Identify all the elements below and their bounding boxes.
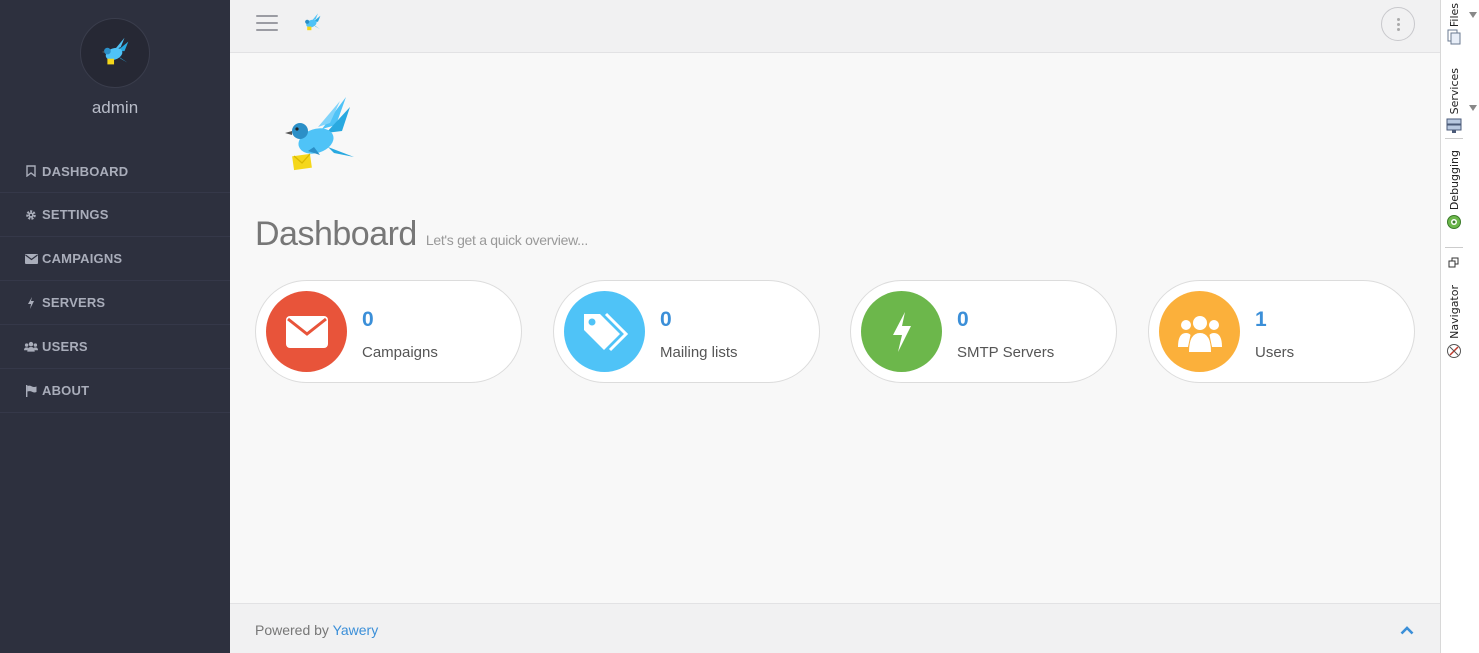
page-title: Dashboard bbox=[255, 215, 417, 253]
sidebar-item-label: CAMPAIGNS bbox=[42, 251, 123, 266]
more-options-icon[interactable] bbox=[1381, 7, 1415, 41]
sidebar-item-about[interactable]: ABOUT bbox=[0, 369, 230, 413]
bolt-icon bbox=[892, 311, 911, 352]
sidebar-item-settings[interactable]: SETTINGS bbox=[0, 193, 230, 237]
main-content: Dashboard Let's get a quick overview... … bbox=[230, 53, 1440, 603]
stat-icon-circle bbox=[564, 291, 645, 372]
ide-separator bbox=[1445, 247, 1463, 248]
stat-count: 0 bbox=[957, 308, 969, 331]
ide-tab-debugging[interactable]: Debugging bbox=[1444, 150, 1464, 230]
scroll-top-icon[interactable] bbox=[1400, 622, 1414, 640]
files-icon bbox=[1447, 29, 1461, 45]
bird-logo-icon[interactable] bbox=[300, 10, 324, 41]
stat-card-smtp-servers[interactable]: 0 SMTP Servers bbox=[850, 280, 1117, 383]
bolt-icon bbox=[24, 296, 38, 310]
restore-window-icon bbox=[1448, 257, 1459, 268]
stat-icon-circle bbox=[266, 291, 347, 372]
stat-card-mailing-lists[interactable]: 0 Mailing lists bbox=[553, 280, 820, 383]
stat-card-campaigns[interactable]: 0 Campaigns bbox=[255, 280, 522, 383]
stat-label: Users bbox=[1255, 344, 1295, 361]
tags-icon bbox=[583, 312, 628, 351]
ide-tab-files[interactable]: Files bbox=[1444, 3, 1464, 45]
users-icon bbox=[24, 340, 38, 354]
avatar[interactable] bbox=[80, 18, 150, 88]
bird-logo-icon bbox=[101, 37, 129, 65]
footer: Powered by Yawery bbox=[230, 603, 1440, 653]
ide-restore-button[interactable] bbox=[1444, 257, 1464, 269]
stat-count: 1 bbox=[1255, 308, 1267, 331]
powered-by: Powered by Yawery bbox=[255, 622, 378, 638]
envelope-icon bbox=[285, 315, 328, 348]
users-icon bbox=[1177, 315, 1222, 352]
ide-arrow-icon[interactable] bbox=[1469, 12, 1477, 18]
page-heading: Dashboard Let's get a quick overview... bbox=[255, 215, 588, 254]
ide-separator bbox=[1445, 138, 1463, 139]
debugging-icon bbox=[1447, 215, 1461, 230]
gear-icon bbox=[24, 208, 38, 222]
sidebar-nav: DASHBOARD SETTINGS CAMPAIGNS SERVERS USE… bbox=[0, 150, 230, 413]
menu-toggle-icon[interactable] bbox=[256, 15, 278, 31]
ide-tab-label: Debugging bbox=[1447, 150, 1461, 211]
top-bar bbox=[230, 0, 1440, 53]
brand-link[interactable]: Yawery bbox=[333, 622, 379, 638]
stat-count: 0 bbox=[362, 308, 374, 331]
sidebar-item-dashboard[interactable]: DASHBOARD bbox=[0, 150, 230, 193]
ide-tab-label: Navigator bbox=[1447, 285, 1461, 339]
page-subtitle: Let's get a quick overview... bbox=[425, 232, 588, 248]
ide-side-panel: Files Services Debugging Navigator bbox=[1440, 0, 1479, 653]
ide-tab-navigator[interactable]: Navigator bbox=[1444, 285, 1464, 359]
username: admin bbox=[91, 98, 139, 117]
sidebar-item-label: USERS bbox=[42, 339, 88, 354]
services-icon bbox=[1446, 118, 1462, 134]
sidebar: admin DASHBOARD SETTINGS CAMPAIGNS SERVE… bbox=[0, 0, 230, 653]
stat-label: Campaigns bbox=[362, 344, 438, 361]
stat-icon-circle bbox=[861, 291, 942, 372]
stat-label: SMTP Servers bbox=[957, 344, 1055, 361]
sidebar-item-servers[interactable]: SERVERS bbox=[0, 281, 230, 325]
flag-icon bbox=[24, 384, 38, 398]
ide-arrow-icon[interactable] bbox=[1469, 105, 1477, 111]
ide-tab-services[interactable]: Services bbox=[1444, 68, 1464, 134]
sidebar-item-label: DASHBOARD bbox=[42, 163, 129, 179]
envelope-icon bbox=[24, 252, 38, 266]
sidebar-item-campaigns[interactable]: CAMPAIGNS bbox=[0, 237, 230, 281]
bookmark-icon bbox=[24, 164, 38, 178]
powered-by-text: Powered by bbox=[255, 622, 329, 638]
sidebar-item-label: ABOUT bbox=[42, 383, 90, 398]
sidebar-item-label: SERVERS bbox=[42, 295, 106, 310]
stat-card-users[interactable]: 1 Users bbox=[1148, 280, 1415, 383]
ide-tab-label: Services bbox=[1447, 68, 1461, 115]
sidebar-item-users[interactable]: USERS bbox=[0, 325, 230, 369]
stat-icon-circle bbox=[1159, 291, 1240, 372]
sidebar-item-label: SETTINGS bbox=[42, 207, 109, 222]
stat-count: 0 bbox=[660, 308, 672, 331]
ide-tab-label: Files bbox=[1447, 3, 1461, 28]
navigator-icon bbox=[1447, 343, 1461, 358]
profile: admin bbox=[0, 0, 230, 150]
bird-logo-icon bbox=[278, 93, 360, 182]
stat-label: Mailing lists bbox=[660, 344, 738, 361]
